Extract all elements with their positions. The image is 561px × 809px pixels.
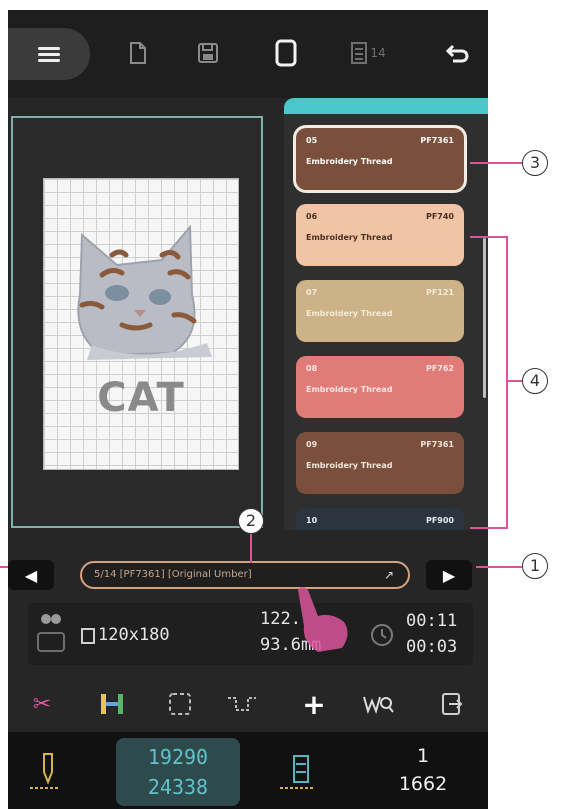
- size-icon: [81, 628, 95, 644]
- new-file-button[interactable]: [118, 30, 158, 76]
- undo-button[interactable]: [438, 30, 478, 76]
- current-thread-field[interactable]: 5/14 [PF7361] [Original Umber] ↗: [80, 561, 410, 589]
- scissors-icon: ✂: [32, 691, 52, 717]
- design-size: 120x180: [98, 625, 170, 645]
- connect-button[interactable]: [222, 688, 262, 720]
- arrow-right-icon: ▶: [442, 565, 456, 585]
- color-counter: 1 1662: [378, 742, 468, 798]
- dashed-square-icon: [169, 693, 191, 715]
- time-remaining: 00:03: [406, 637, 458, 657]
- needle-icon: [30, 753, 60, 789]
- thread-number: 06: [306, 212, 318, 221]
- arrow-left-icon: ◀: [24, 565, 38, 585]
- callout-line-2: [250, 533, 252, 563]
- thread-label: Embroidery Thread: [306, 157, 393, 166]
- exit-icon: [442, 693, 463, 715]
- thread-number: 10: [306, 516, 318, 525]
- callout-line-left: [0, 566, 8, 568]
- color-current: 1: [416, 745, 430, 767]
- callout-4: 4: [522, 368, 548, 394]
- page-count-label: 14: [370, 46, 386, 60]
- hoop-icon: [275, 39, 297, 67]
- thread-code: PF740: [425, 212, 454, 221]
- thread-label: Embroidery Thread: [306, 461, 393, 470]
- thread-item-05[interactable]: 05 PF7361 Embroidery Thread: [296, 128, 464, 190]
- page-count-button[interactable]: 14: [338, 30, 398, 76]
- clock-icon: [371, 624, 393, 646]
- thread-number: 09: [306, 440, 318, 449]
- thread-number: 08: [306, 364, 318, 373]
- thread-item-07[interactable]: 07 PF121 Embroidery Thread: [296, 280, 464, 342]
- callout-line-1: [476, 566, 522, 568]
- add-button[interactable]: +: [294, 687, 334, 721]
- current-thread-text: 5/14 [PF7361] [Original Umber]: [94, 569, 252, 580]
- stitch-counter[interactable]: 19290 24338: [116, 738, 240, 806]
- callout-line-4-top: [470, 236, 508, 238]
- color-total: 1662: [398, 773, 448, 795]
- stitch-total: 24338: [147, 775, 209, 799]
- color-sort-icon: [101, 694, 123, 714]
- callout-line-4-bottom: [470, 527, 508, 529]
- thread-item-06[interactable]: 06 PF740 Embroidery Thread: [296, 204, 464, 266]
- new-file-icon: [130, 42, 146, 64]
- spool-icon: [37, 614, 65, 652]
- top-toolbar: 14: [8, 10, 488, 98]
- thread-label: Embroidery Thread: [306, 233, 393, 242]
- thread-code: PF762: [425, 364, 454, 373]
- next-color-button[interactable]: ▶: [426, 560, 472, 590]
- embroidery-preview[interactable]: CAT: [11, 116, 263, 528]
- thread-color-list[interactable]: 05 PF7361 Embroidery Thread 06 PF740 Embro…: [284, 98, 488, 530]
- wlan-search-icon: [363, 696, 394, 715]
- thread-number: 05: [306, 136, 318, 145]
- thread-list-scrollbar[interactable]: [483, 238, 486, 398]
- exit-button[interactable]: [432, 688, 472, 720]
- thread-code: PF7361: [420, 136, 454, 145]
- callout-line-3: [470, 162, 522, 164]
- wireless-search-button[interactable]: [358, 688, 398, 720]
- thread-label: Embroidery Thread: [306, 385, 393, 394]
- plus-icon: +: [302, 687, 326, 721]
- time-total: 00:11: [406, 611, 458, 631]
- thread-item-10[interactable]: 10 PF900: [296, 508, 464, 530]
- callout-1: 1: [522, 553, 548, 579]
- hoop-button[interactable]: [266, 30, 306, 76]
- color-sort-button[interactable]: [92, 688, 132, 720]
- connect-icon: [228, 697, 256, 711]
- thread-list-header: [284, 98, 488, 114]
- current-thread-row: ◀ 5/14 [PF7361] [Original Umber] ↗ ▶: [8, 558, 488, 592]
- save-icon: [198, 43, 218, 63]
- design-info-panel: 120x180 122. 93.6mm 00:11 00:03: [28, 603, 473, 665]
- hamburger-icon: [38, 44, 60, 65]
- thread-item-09[interactable]: 09 PF7361 Embroidery Thread: [296, 432, 464, 494]
- previous-color-button[interactable]: ◀: [8, 560, 54, 590]
- stitch-current: 19290: [147, 745, 209, 769]
- save-button[interactable]: [188, 30, 228, 76]
- expand-icon[interactable]: ↗: [384, 568, 394, 582]
- cut-button[interactable]: ✂: [22, 688, 62, 720]
- callout-2: 2: [238, 508, 264, 534]
- thread-item-08[interactable]: 08 PF762 Embroidery Thread: [296, 356, 464, 418]
- thread-code: PF900: [425, 516, 454, 525]
- machine-screen: 14 CAT 05 PF7361 Embroidery Thread 06 PF…: [8, 10, 488, 809]
- finger-touch-icon: [298, 587, 348, 652]
- menu-button[interactable]: [8, 28, 90, 80]
- stitch-counter-bar: 19290 24338 1 1662: [8, 732, 488, 809]
- cat-embroidery-image: [77, 224, 212, 360]
- design-text: CAT: [97, 375, 185, 421]
- callout-3: 3: [522, 150, 548, 176]
- select-area-button[interactable]: [160, 688, 200, 720]
- layers-icon: [351, 42, 368, 64]
- thread-spool-icon: [280, 755, 314, 789]
- undo-icon: [445, 44, 469, 63]
- hoop-grid: CAT: [43, 178, 239, 470]
- callout-line-4-bracket: [506, 236, 508, 529]
- thread-code: PF121: [425, 288, 454, 297]
- edit-toolbar: ✂ +: [8, 678, 488, 730]
- thread-number: 07: [306, 288, 318, 297]
- callout-line-4: [506, 380, 522, 382]
- thread-label: Embroidery Thread: [306, 309, 393, 318]
- thread-code: PF7361: [420, 440, 454, 449]
